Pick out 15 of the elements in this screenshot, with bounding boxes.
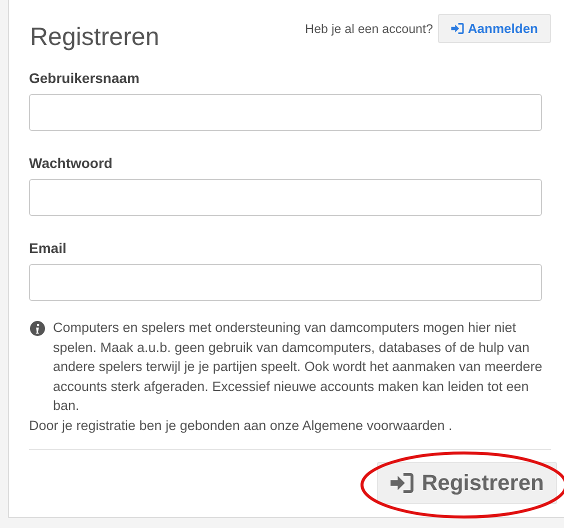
- notice-text: Computers en spelers met ondersteuning van damcomputers mogen hier niet spelen. Maak a.u.b. geen gebruik van damcomputers, databases of de hulp van andere spelers terwijl je je partijen speelt. Ook wordt het aanmaken van meerdere accounts sterk afgeraden. Excessief nieuwe accounts maken kan leiden tot een ban.: [53, 319, 544, 415]
- terms-text: Door je registratie ben je gebonden aan onze Algemene voorwaarden .: [29, 416, 454, 435]
- sign-in-icon: [450, 23, 464, 34]
- login-button[interactable]: Aanmelden: [438, 14, 551, 43]
- register-button[interactable]: Registreren: [376, 462, 557, 504]
- input-field[interactable]: [29, 179, 542, 216]
- account-prompt: Heb je al een account?: [305, 22, 433, 36]
- input-field[interactable]: [29, 264, 542, 301]
- field-label: Email: [29, 240, 68, 256]
- sign-in-icon: [390, 473, 414, 493]
- info-icon: [30, 321, 45, 336]
- page-title: Registreren: [30, 23, 160, 52]
- field-label: Wachtwoord: [29, 155, 114, 171]
- field-label: Gebruikersnaam: [29, 70, 140, 86]
- input-field[interactable]: [29, 94, 542, 131]
